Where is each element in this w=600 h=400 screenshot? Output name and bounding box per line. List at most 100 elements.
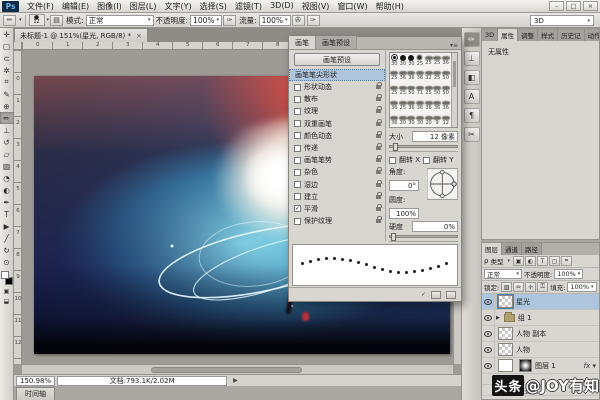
brush-option-形状动态[interactable]: 形状动态 — [289, 81, 385, 93]
brush-tip[interactable]: 25 — [433, 68, 442, 83]
brush-tip[interactable]: 30 — [407, 113, 416, 128]
brush-tip[interactable]: 25 — [424, 53, 433, 68]
brush-option-建立[interactable]: 建立 — [289, 191, 385, 203]
layer-row[interactable]: 图层 1fx ▾ — [482, 358, 599, 374]
brush-tip[interactable]: 36 — [424, 98, 433, 113]
checkbox[interactable] — [294, 84, 301, 91]
new-brush-button[interactable] — [431, 291, 441, 299]
history-brush-tool[interactable]: ↺ — [0, 136, 14, 148]
brush-tip[interactable]: 71 — [416, 83, 425, 98]
document-tab[interactable]: 未标题-1 @ 151%(星光, RGB/8) * × — [14, 28, 148, 42]
blur-tool[interactable]: ◔ — [0, 172, 14, 184]
brush-tip[interactable]: 36 — [407, 98, 416, 113]
eraser-tool[interactable]: ▱ — [0, 148, 14, 160]
pressure-opacity-icon[interactable]: ✑ — [223, 15, 236, 26]
menu-item[interactable]: 编辑(E) — [58, 1, 93, 12]
tab-3D[interactable]: 3D — [482, 29, 498, 41]
brush-option-双重画笔[interactable]: 双重画笔 — [289, 118, 385, 130]
tab-画笔预设[interactable]: 画笔预设 — [316, 36, 357, 49]
brush-tip[interactable]: 20 — [424, 113, 433, 128]
filter-smart-objects-icon[interactable]: ⌗ — [561, 256, 572, 266]
checkbox[interactable] — [294, 193, 301, 200]
tab-样式[interactable]: 样式 — [538, 29, 558, 41]
brush-tip[interactable]: 30 — [416, 113, 425, 128]
dodge-tool[interactable]: ◐ — [0, 184, 14, 196]
brush-tip[interactable]: 36 — [433, 98, 442, 113]
brush-tip[interactable]: 36 — [390, 98, 399, 113]
delete-brush-button[interactable] — [446, 291, 456, 299]
timeline-panel-icon[interactable]: ✂ — [464, 127, 480, 142]
flip-x-checkbox[interactable] — [389, 157, 396, 164]
layer-row[interactable]: 星光 — [482, 294, 599, 310]
brush-tip-shape-item[interactable]: 画笔笔尖形状 — [289, 69, 385, 81]
lock-position-icon[interactable]: ✛ — [525, 282, 536, 292]
layer-thumbnail[interactable] — [498, 343, 513, 356]
brush-tip[interactable]: 50 — [407, 83, 416, 98]
rotate-view-tool[interactable]: ↻ — [0, 244, 14, 256]
menu-item[interactable]: 3D(D) — [266, 1, 298, 12]
zoom-level-input[interactable]: 150.98% — [16, 376, 55, 386]
menu-item[interactable]: 滤镜(T) — [231, 1, 266, 12]
lock-all-icon[interactable]: ⚿ — [537, 282, 548, 292]
brush-option-保护纹理[interactable]: 保护纹理 — [289, 215, 385, 227]
healing-brush-tool[interactable]: ⊕ — [0, 100, 14, 112]
status-flyout-icon[interactable]: ▶ — [233, 377, 238, 384]
checkbox[interactable] — [294, 157, 301, 164]
flip-y-checkbox[interactable] — [423, 157, 430, 164]
layer-fill-input[interactable]: 100%▾ — [567, 282, 596, 292]
brush-angle-widget[interactable] — [427, 167, 458, 201]
quick-mask-button[interactable]: ▣ — [0, 286, 14, 296]
menu-item[interactable]: 视图(V) — [298, 1, 334, 12]
menu-item[interactable]: 图层(L) — [126, 1, 161, 12]
brush-option-纹理[interactable]: 纹理 — [289, 105, 385, 117]
layer-style-thumbnail[interactable] — [519, 359, 532, 372]
character-panel-icon[interactable]: A — [464, 89, 480, 104]
brush-stroke-toggle-icon[interactable]: ✓ — [421, 291, 426, 298]
brush-tip[interactable]: 25 — [390, 83, 399, 98]
checkbox[interactable] — [294, 145, 301, 152]
brush-tip[interactable]: 36 — [390, 113, 399, 128]
brush-tip[interactable]: 36 — [416, 68, 425, 83]
lock-pixels-icon[interactable]: ✏ — [513, 282, 524, 292]
lasso-tool[interactable]: ⊂ — [0, 52, 14, 64]
brush-tip[interactable]: 25 — [416, 53, 425, 68]
brush-option-传递[interactable]: 传递 — [289, 142, 385, 154]
brush-tip[interactable]: 12 — [441, 113, 450, 128]
tab-动作[interactable]: 动作 — [585, 29, 599, 41]
visibility-toggle[interactable] — [482, 326, 495, 341]
filter-adjustment-layers-icon[interactable]: ◐ — [525, 256, 536, 266]
checkbox[interactable] — [294, 132, 301, 139]
brush-tip[interactable]: 30 — [399, 53, 408, 68]
maximize-button[interactable]: □ — [566, 1, 581, 11]
filter-type-layers-icon[interactable]: T — [537, 256, 548, 266]
zoom-tool[interactable]: ⊙ — [0, 256, 14, 268]
tab-调整[interactable]: 调整 — [518, 29, 538, 41]
brush-tip[interactable]: 25 — [433, 53, 442, 68]
brush-tip[interactable]: 50 — [441, 68, 450, 83]
tab-属性[interactable]: 属性 — [498, 29, 518, 41]
brush-tip[interactable]: 9 — [433, 113, 442, 128]
lock-transparency-icon[interactable]: ▨ — [501, 282, 512, 292]
menu-item[interactable]: 选择(S) — [196, 1, 231, 12]
checkbox[interactable] — [294, 169, 301, 176]
brush-option-颜色动态[interactable]: 颜色动态 — [289, 130, 385, 142]
checkbox[interactable] — [294, 120, 301, 127]
eyedropper-tool[interactable]: ✎ — [0, 88, 14, 100]
menu-item[interactable]: 帮助(H) — [372, 1, 408, 12]
brush-option-平滑[interactable]: ✓平滑 — [289, 203, 385, 215]
pressure-size-icon[interactable]: ✑ — [307, 15, 320, 26]
group-expand-icon[interactable]: ▶ — [496, 315, 500, 321]
foreground-color-swatch[interactable] — [1, 271, 9, 279]
brush-tip[interactable]: 25 — [399, 83, 408, 98]
brush-tip[interactable]: 25 — [399, 98, 408, 113]
brush-option-湿边[interactable]: 湿边 — [289, 179, 385, 191]
brush-tip[interactable]: 30 — [407, 53, 416, 68]
tool-preset-icon[interactable]: ✏ — [3, 15, 16, 26]
brush-tip[interactable]: 36 — [441, 53, 450, 68]
menu-item[interactable]: 文字(Y) — [160, 1, 195, 12]
brush-tip-grid[interactable]: 3030302525253625363636322550252550712550… — [389, 52, 458, 128]
tab-画笔[interactable]: 画笔 — [289, 36, 316, 49]
pen-tool[interactable]: ✒ — [0, 196, 14, 208]
minimize-button[interactable]: – — [549, 1, 564, 11]
filter-pixel-layers-icon[interactable]: ▣ — [513, 256, 524, 266]
